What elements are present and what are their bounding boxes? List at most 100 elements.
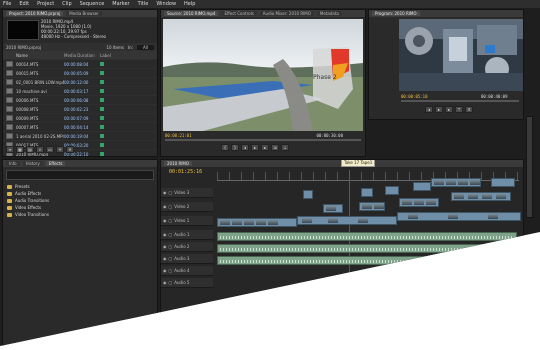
program-scrubber[interactable] [401,100,519,102]
lock-icon[interactable]: ▢ [169,232,173,237]
track-header[interactable]: ◉ ▢ Video 2 [161,202,213,212]
playhead[interactable] [349,170,350,340]
tab-project[interactable]: Project: 2010 RIMO.prproj [6,11,64,16]
program-step-back-button[interactable]: ◂ [425,106,433,113]
menu-title[interactable]: Title [138,1,149,7]
folder-video-effects[interactable]: Video Effects [3,204,157,211]
eye-icon[interactable]: ◉ [163,244,167,249]
mark-in-button[interactable]: { [221,144,229,151]
menu-window[interactable]: Window [156,1,176,7]
new-item-button[interactable]: + [56,146,64,153]
folder-presets[interactable]: Presets [3,183,157,190]
eye-icon[interactable]: ◉ [163,218,167,223]
lock-icon[interactable]: ▢ [169,204,173,209]
audio-clip[interactable] [217,244,517,253]
audio-clip[interactable] [217,256,517,265]
overwrite-button[interactable]: ⇣ [281,144,289,151]
source-scrubber[interactable] [165,139,361,141]
project-item[interactable]: 00008.MTS 00:00:02:23 [3,105,157,114]
eye-icon[interactable]: ◉ [163,204,167,209]
track-header[interactable]: ◉ ▢ Audio 1 [161,230,213,240]
menu-help[interactable]: Help [184,1,195,7]
eye-icon[interactable]: ◉ [163,280,167,285]
lock-icon[interactable]: ▢ [169,256,173,261]
menu-edit[interactable]: Edit [19,1,29,7]
track-header[interactable]: ◉ ▢ Video 1 [161,216,213,226]
track-header[interactable]: ◉ ▢ Audio 3 [161,254,213,264]
delete-button[interactable]: ✕ [66,146,74,153]
lock-icon[interactable]: ▢ [169,268,173,273]
video-clip[interactable] [303,190,313,199]
menu-marker[interactable]: Marker [112,1,129,7]
project-item[interactable]: 00007.MTS 00:00:04:14 [3,123,157,132]
menu-project[interactable]: Project [37,1,54,7]
video-clip[interactable] [397,212,521,221]
video-clip[interactable] [385,186,399,195]
project-item[interactable]: 1 aerial 2010 02-2S.MP4 00:00:19:04 [3,132,157,141]
video-clip[interactable] [451,192,511,201]
menu-sequence[interactable]: Sequence [80,1,105,7]
video-clip[interactable] [431,178,481,187]
eye-icon[interactable]: ◉ [163,268,167,273]
video-clip[interactable] [399,198,439,207]
tab-history[interactable]: History [22,161,43,166]
video-clip[interactable] [323,204,343,213]
tab-media-browser[interactable]: Media Browser [66,11,102,16]
audio-clip[interactable] [217,232,517,241]
eye-icon[interactable]: ◉ [163,190,167,195]
project-item[interactable]: 10 machine.avi 00:00:03:17 [3,87,157,96]
icon-view-button[interactable]: ▦ [16,146,24,153]
video-clip[interactable] [297,216,397,225]
project-item[interactable]: 00006.MTS 00:00:06:08 [3,96,157,105]
col-label[interactable]: Label [100,53,111,58]
folder-video-transitions[interactable]: Video Transitions [3,211,157,218]
lock-icon[interactable]: ▢ [169,244,173,249]
lock-icon[interactable]: ▢ [169,218,173,223]
tab-program[interactable]: Program: 2010 RIMO [372,11,420,16]
search-field[interactable]: All [137,44,154,50]
extract-button[interactable]: ⇞ [465,106,473,113]
tab-sequence[interactable]: 2010 RIMO [164,161,193,166]
video-clip[interactable] [413,182,431,191]
automate-button[interactable]: ▤ [26,146,34,153]
menu-file[interactable]: File [3,1,11,7]
insert-button[interactable]: ⇲ [271,144,279,151]
track-header[interactable]: ◉ ▢ Video 3 [161,188,213,198]
new-bin-button[interactable]: ▭ [46,146,54,153]
video-clip[interactable] [217,218,297,227]
folder-audio-transitions[interactable]: Audio Transitions [3,197,157,204]
mark-out-button[interactable]: } [231,144,239,151]
find-button[interactable]: ⌕ [36,146,44,153]
video-clip[interactable] [491,178,515,187]
eye-icon[interactable]: ◉ [163,232,167,237]
effects-search-input[interactable] [6,170,154,180]
folder-audio-effects[interactable]: Audio Effects [3,190,157,197]
tab-audio-mixer[interactable]: Audio Mixer: 2010 RIMO [259,11,314,16]
play-button[interactable]: ▸ [251,144,259,151]
lock-icon[interactable]: ▢ [169,190,173,195]
tab-source[interactable]: Source: 2010 RIMO.mp4 [164,11,219,16]
list-view-button[interactable]: ≡ [6,146,14,153]
tab-metadata[interactable]: Metadata [316,11,342,16]
menu-clip[interactable]: Clip [62,1,71,7]
video-clip[interactable] [359,202,385,211]
timeline-scrollbar[interactable] [526,116,533,218]
track-header[interactable]: ◉ ▢ Audio 5 [161,278,213,288]
program-step-forward-button[interactable]: ▸ [445,106,453,113]
project-item[interactable]: 00014.MTS 00:00:08:04 [3,60,157,69]
program-play-button[interactable]: ▸ [435,106,443,113]
col-duration[interactable]: Media Duration [64,53,100,58]
video-clip[interactable] [361,188,373,197]
project-item[interactable]: 02_0001 BRIN LOW.mp4 00:00:12:00 [3,78,157,87]
tab-info[interactable]: Info [6,161,20,166]
tab-effects[interactable]: Effects [45,161,66,166]
step-back-button[interactable]: ◂ [241,144,249,151]
project-item[interactable]: 00015.MTS 00:00:05:09 [3,69,157,78]
tab-effect-controls[interactable]: Effect Controls [221,11,257,16]
track-header[interactable]: ◉ ▢ Audio 2 [161,242,213,252]
lock-icon[interactable]: ▢ [169,280,173,285]
lift-button[interactable]: ⇡ [455,106,463,113]
col-name[interactable]: Name [16,53,64,58]
eye-icon[interactable]: ◉ [163,256,167,261]
project-item[interactable]: 00009.MTS 00:00:07:09 [3,114,157,123]
